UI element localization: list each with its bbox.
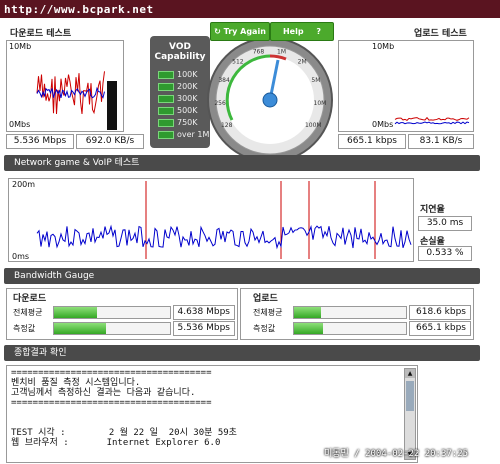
result-section-header: 종합결과 확인 — [4, 345, 480, 361]
upload-gauge-title: 업로드 — [253, 294, 278, 304]
download-level-bar — [107, 81, 117, 130]
bandwidth-section-header: Bandwidth Gauge — [4, 268, 480, 284]
network-y-top: 200m — [12, 180, 36, 189]
help-button[interactable]: Help ? — [270, 22, 334, 41]
download-avg-value: 4.638 Mbps — [173, 305, 235, 320]
led-icon — [158, 106, 174, 115]
upload-avg-fill — [294, 307, 321, 318]
upload-y-top: 10Mb — [372, 42, 395, 51]
upload-y-bottom: 0Mbs — [372, 120, 394, 129]
speedometer-scale-label: 768 — [253, 48, 265, 55]
vod-level-200k: 200K — [158, 82, 198, 91]
result-text: ===================================== 벤치… — [11, 368, 237, 448]
vod-level-100k: 100K — [158, 70, 198, 79]
scroll-thumb[interactable] — [406, 381, 414, 411]
latency-value: 35.0 ms — [418, 216, 472, 231]
network-y-bottom: 0ms — [12, 252, 30, 261]
download-measured-value: 5.536 Mbps — [173, 321, 235, 336]
download-avg-bar — [53, 306, 171, 319]
watermark-text: http://www.bcpark.net — [4, 3, 154, 16]
download-measured-bar — [53, 322, 171, 335]
network-latency-series — [36, 224, 412, 250]
latency-label: 지연율 — [420, 205, 445, 215]
vod-level-500k: 500K — [158, 106, 198, 115]
download-y-top: 10Mb — [9, 42, 32, 51]
network-graph — [8, 178, 414, 262]
upload-graph-svg — [394, 116, 470, 125]
led-icon — [158, 82, 174, 91]
vod-level-750k: 750K — [158, 118, 198, 127]
speedometer-scale-label: 1M — [277, 48, 286, 55]
download-graph — [6, 40, 124, 132]
upload-avg-bar — [293, 306, 407, 319]
download-test-title: 다운로드 테스트 — [10, 29, 72, 39]
led-icon — [158, 130, 174, 139]
speedometer-scale-label: 5M — [311, 77, 320, 84]
vod-title-line1: VOD — [169, 42, 191, 52]
download-gauge-panel: 다운로드 전체평균 4.638 Mbps 측정값 5.536 Mbps — [6, 288, 238, 340]
led-icon — [158, 118, 174, 127]
download-gauge-title: 다운로드 — [13, 294, 47, 304]
download-avg-fill — [54, 307, 97, 318]
led-icon — [158, 70, 174, 79]
speedometer-scale-label: 384 — [218, 77, 230, 84]
download-avg-label: 전체평균 — [13, 308, 43, 317]
upload-gauge-panel: 업로드 전체평균 618.6 kbps 측정값 665.1 kbps — [240, 288, 474, 340]
upload-avg-value: 618.6 kbps — [409, 305, 471, 320]
scroll-up-icon[interactable]: ▲ — [405, 369, 415, 378]
upload-graph — [338, 40, 474, 132]
upload-measured-fill — [294, 323, 324, 334]
upload-test-title: 업로드 테스트 — [414, 29, 467, 39]
upload-measured-value: 665.1 kbps — [409, 321, 471, 336]
vod-level-300k: 300K — [158, 94, 198, 103]
footer-timestamp: 미동민 / 2004-02-22 20:37:25 — [324, 449, 469, 459]
speedometer: 128 256 384 512 768 1M 2M 5M 10M 100M — [207, 37, 333, 163]
speedometer-scale-label: 2M — [298, 59, 307, 66]
speedometer-scale-label: 256 — [214, 100, 226, 107]
download-measured-fill — [54, 323, 107, 334]
speedometer-scale-label: 100M — [305, 122, 322, 129]
upload-kbps-value: 665.1 kbps — [338, 134, 406, 149]
try-again-button[interactable]: ↻ Try Again — [210, 22, 270, 41]
vod-title-line2: Capability — [154, 52, 206, 62]
speedometer-scale-label: 10M — [314, 100, 327, 107]
vod-level-over-1m: over 1M — [158, 130, 209, 139]
download-y-bottom: 0Mbs — [9, 120, 31, 129]
loss-value: 0.533 % — [418, 246, 472, 261]
upload-series-blue — [394, 121, 470, 125]
upload-kbs-value: 83.1 KB/s — [408, 134, 474, 149]
led-icon — [158, 94, 174, 103]
download-kbs-value: 692.0 KB/s — [76, 134, 144, 149]
vod-capability-panel: VOD Capability 100K 200K 300K 500K 750K … — [150, 36, 210, 148]
upload-measured-bar — [293, 322, 407, 335]
speedometer-scale-label: 512 — [232, 59, 244, 66]
upload-measured-label: 측정값 — [253, 324, 276, 333]
upload-avg-label: 전체평균 — [253, 308, 283, 317]
upload-series-red — [394, 116, 470, 121]
download-measured-label: 측정값 — [13, 324, 36, 333]
download-mbps-value: 5.536 Mbps — [6, 134, 74, 149]
refresh-icon: ↻ — [214, 27, 221, 36]
network-graph-svg — [36, 181, 412, 259]
network-section-header: Network game & VoIP 테스트 — [4, 155, 480, 171]
download-graph-svg — [36, 71, 117, 130]
help-icon: ? — [316, 27, 322, 36]
speedometer-scale-label: 128 — [221, 122, 233, 129]
